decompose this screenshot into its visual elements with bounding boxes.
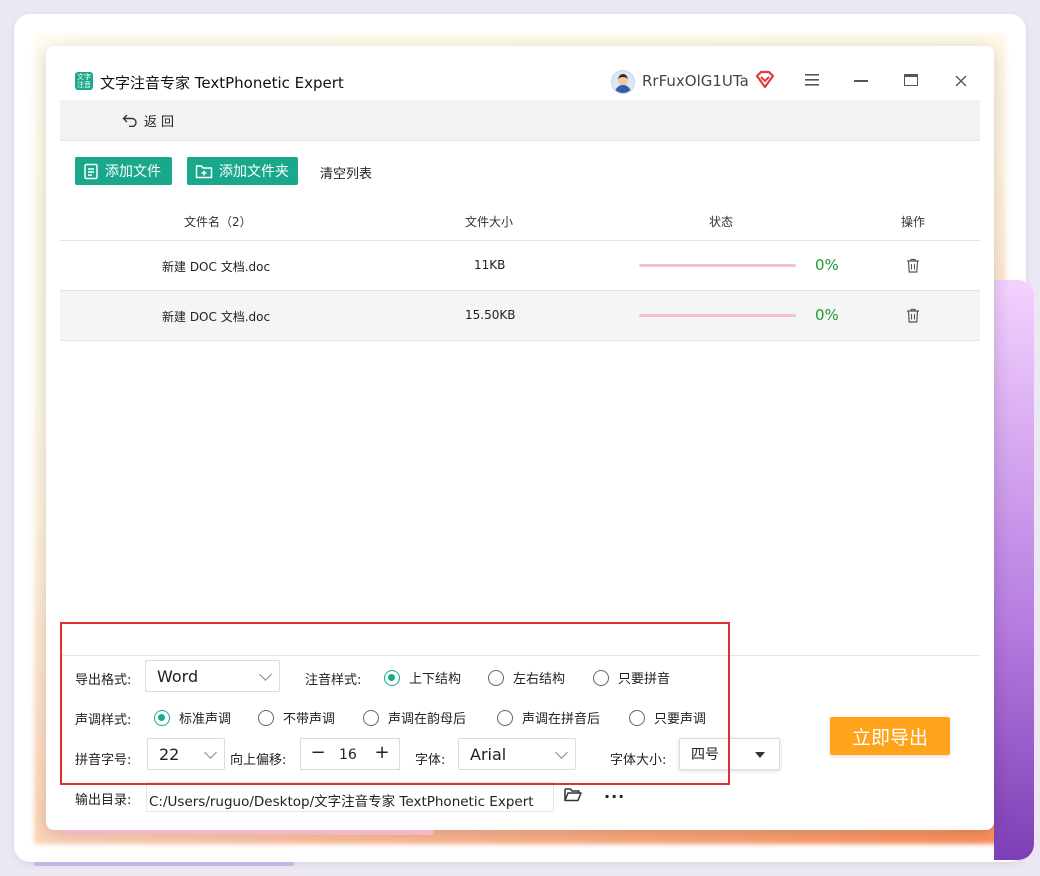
radio-tone-none[interactable]: 不带声调: [258, 708, 335, 727]
app-logo-icon: 文字 注音: [75, 72, 93, 90]
radio-tone-standard[interactable]: 标准声调: [154, 708, 231, 727]
progress-percent: 0%: [815, 256, 839, 274]
font-size-value: 四号: [691, 747, 719, 763]
header-status: 状态: [709, 215, 734, 229]
maximize-icon[interactable]: [904, 74, 918, 86]
add-folder-icon: [195, 165, 213, 179]
radio-label: 声调在拼音后: [522, 712, 601, 727]
export-format-select[interactable]: Word: [145, 660, 280, 692]
app-title: 文字注音专家 TextPhonetic Expert: [100, 74, 344, 92]
progress-bar: [639, 264, 796, 267]
annotation-style-label: 注音样式:: [305, 673, 362, 688]
minimize-icon[interactable]: [854, 80, 868, 82]
bottom-accent-line: [34, 862, 294, 866]
radio-dot: [363, 709, 379, 726]
menu-icon[interactable]: [804, 73, 820, 87]
folder-open-icon[interactable]: [564, 787, 582, 802]
radio-label: 标准声调: [179, 712, 232, 727]
close-icon[interactable]: [954, 74, 968, 88]
radio-dot: [629, 709, 645, 726]
file-icon: [84, 163, 98, 179]
progress-percent: 0%: [815, 306, 839, 324]
clear-list-button[interactable]: 清空列表: [320, 163, 372, 182]
header-actions: 操作: [901, 215, 926, 229]
offset-label: 向上偏移:: [230, 753, 287, 768]
offset-value: 16: [339, 747, 357, 763]
export-format-label: 导出格式:: [75, 673, 132, 688]
output-dir-input[interactable]: C:/Users/ruguo/Desktop/文字注音专家 TextPhonet…: [146, 782, 554, 812]
vip-diamond-icon[interactable]: [754, 69, 776, 91]
radio-dot: [593, 669, 609, 686]
add-file-label: 添加文件: [105, 164, 161, 180]
radio-label: 只要拼音: [618, 672, 671, 687]
radio-dot: [258, 709, 274, 726]
increment-button[interactable]: +: [371, 742, 393, 763]
horizontal-scrollbar[interactable]: [60, 830, 434, 835]
table-row[interactable]: 新建 DOC 文档.doc 11KB 0%: [60, 241, 980, 291]
delete-icon[interactable]: [906, 308, 920, 323]
radio-tone-only[interactable]: 只要声调: [629, 708, 706, 727]
username[interactable]: RrFuxOlG1UTa: [642, 72, 749, 90]
back-label: 返回: [144, 114, 179, 130]
radio-tone-after-final[interactable]: 声调在韵母后: [363, 708, 466, 727]
radio-label: 不带声调: [283, 712, 336, 727]
back-button[interactable]: 返回: [122, 111, 179, 130]
delete-icon[interactable]: [906, 258, 920, 273]
header-filename: 文件名（2）: [184, 215, 252, 229]
font-size-select[interactable]: 四号: [679, 738, 780, 770]
title-bar: 文字 注音 文字注音专家 TextPhonetic Expert RrFuxOl…: [46, 46, 994, 100]
pinyin-size-select[interactable]: 22: [147, 738, 225, 770]
caret-down-icon: [755, 752, 765, 758]
radio-label: 声调在韵母后: [388, 712, 467, 727]
table-row[interactable]: 新建 DOC 文档.doc 15.50KB 0%: [60, 291, 980, 341]
table-header: 文件名（2） 文件大小 状态 操作: [60, 200, 980, 241]
font-select[interactable]: Arial: [458, 738, 576, 770]
radio-annotation-pinyin-only[interactable]: 只要拼音: [593, 668, 670, 687]
add-folder-label: 添加文件夹: [219, 164, 289, 180]
radio-dot: [384, 669, 400, 686]
font-label: 字体:: [415, 753, 446, 768]
export-now-button[interactable]: 立即导出: [830, 717, 950, 755]
user-avatar[interactable]: [611, 70, 635, 94]
output-dir-label: 输出目录:: [75, 793, 132, 808]
progress-bar: [639, 314, 796, 317]
file-size: 11KB: [474, 258, 506, 272]
export-format-value: Word: [157, 666, 199, 686]
header-filesize: 文件大小: [465, 215, 514, 229]
radio-dot: [154, 709, 170, 726]
decrement-button[interactable]: −: [307, 742, 329, 763]
offset-stepper[interactable]: − 16 +: [300, 738, 400, 770]
radio-label: 只要声调: [654, 712, 707, 727]
radio-dot: [488, 669, 504, 686]
pinyin-size-label: 拼音字号:: [75, 753, 132, 768]
file-name: 新建 DOC 文档.doc: [162, 260, 271, 274]
tone-style-label: 声调样式:: [75, 713, 132, 728]
radio-annotation-left-right[interactable]: 左右结构: [488, 668, 565, 687]
radio-label: 左右结构: [513, 672, 566, 687]
radio-dot: [497, 709, 513, 726]
radio-label: 上下结构: [409, 672, 462, 687]
settings-divider: [60, 655, 980, 656]
back-bar: 返回: [60, 100, 980, 141]
font-size-label: 字体大小:: [610, 753, 667, 768]
font-value: Arial: [470, 744, 507, 764]
file-name: 新建 DOC 文档.doc: [162, 310, 271, 324]
app-window: 文字 注音 文字注音专家 TextPhonetic Expert RrFuxOl…: [46, 46, 994, 835]
back-arrow-icon: [122, 114, 137, 127]
add-folder-button[interactable]: 添加文件夹: [187, 157, 298, 185]
chevron-down-icon: [555, 746, 568, 759]
app-logo-text: 文字 注音: [77, 73, 91, 89]
radio-annotation-top-bottom[interactable]: 上下结构: [384, 668, 461, 687]
chevron-down-icon: [259, 668, 272, 681]
add-file-button[interactable]: 添加文件: [75, 157, 172, 185]
background-glow-right: [994, 280, 1034, 860]
pinyin-size-value: 22: [159, 744, 180, 764]
radio-tone-after-pinyin[interactable]: 声调在拼音后: [497, 708, 600, 727]
chevron-down-icon: [204, 746, 217, 759]
file-size: 15.50KB: [465, 308, 516, 322]
more-options-icon[interactable]: ···: [604, 787, 625, 806]
